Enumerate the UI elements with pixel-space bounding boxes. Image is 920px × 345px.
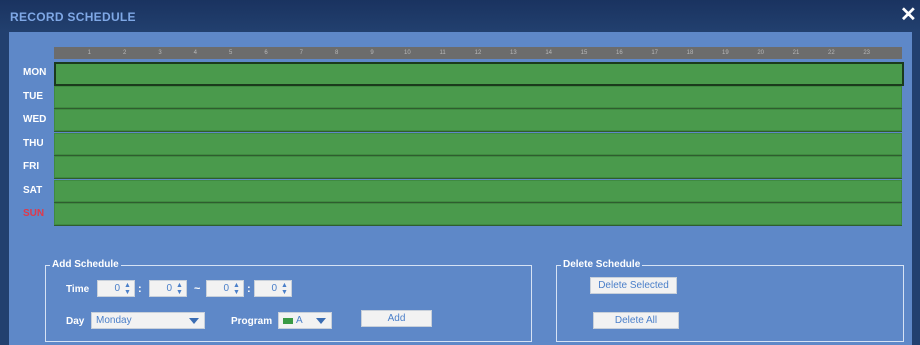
hour-tick-label: 22 xyxy=(827,50,835,56)
start-hour-value: 0 xyxy=(114,283,120,294)
schedule-row-sat[interactable] xyxy=(54,179,902,203)
right-border xyxy=(912,32,920,345)
hour-tick-label: 6 xyxy=(264,50,268,56)
hour-tick-label: 8 xyxy=(334,50,339,56)
delete-schedule-legend: Delete Schedule xyxy=(561,258,643,272)
hour-ruler: 1 2 3 4 5 6 7 8 9 10 11 12 13 14 15 16 17 18 19 20 21 22 23 xyxy=(54,47,902,59)
left-border xyxy=(0,32,9,345)
hour-tick-label: 5 xyxy=(228,50,233,56)
window-title: RECORD SCHEDULE xyxy=(10,10,136,24)
day-label-sat: SAT xyxy=(23,184,43,196)
delete-selected-button[interactable]: Delete Selected xyxy=(590,277,677,294)
hour-tick-label: 14 xyxy=(545,50,552,56)
up-down-arrows-icon[interactable]: ▲ ▼ xyxy=(123,282,132,296)
day-label-wed: WED xyxy=(23,114,47,125)
up-down-arrows-icon[interactable]: ▲ ▼ xyxy=(232,282,241,296)
hour-tick-label: 21 xyxy=(792,50,800,56)
day-label-mon: MON xyxy=(23,67,47,78)
schedule-row-sun[interactable] xyxy=(54,203,902,226)
end-minute-spinner[interactable]: 0 ▲ ▼ xyxy=(254,280,292,297)
start-hour-spinner[interactable]: 0 ▲ ▼ xyxy=(97,280,135,297)
hour-tick-label: 13 xyxy=(509,50,517,56)
add-button[interactable]: Add xyxy=(361,310,432,327)
program-label: Program xyxy=(231,316,273,327)
time-separator: : xyxy=(247,283,251,295)
day-label-thu: THU xyxy=(23,137,44,149)
hour-tick-label: 7 xyxy=(299,50,303,56)
up-down-arrows-icon[interactable]: ▲ ▼ xyxy=(175,282,184,296)
schedule-row-thu[interactable] xyxy=(54,132,902,156)
hour-tick-label: 3 xyxy=(158,50,162,56)
hour-tick-label: 12 xyxy=(474,50,482,56)
day-label-tue: TUE xyxy=(23,90,43,102)
hour-tick-label: 1 xyxy=(87,50,91,56)
schedule-row-tue[interactable] xyxy=(54,85,902,109)
time-separator: : xyxy=(138,283,142,295)
add-schedule-group: Add Schedule Time 0 ▲ ▼ : 0 ▲ ▼ ~ 0 ▲ ▼ : 0… xyxy=(45,258,532,342)
hour-tick-label: 11 xyxy=(439,50,446,56)
day-select-value: Monday xyxy=(96,315,132,326)
end-hour-spinner[interactable]: 0 ▲ ▼ xyxy=(206,280,244,297)
hour-tick-label: 20 xyxy=(757,50,764,56)
schedule-row-fri[interactable] xyxy=(54,156,902,179)
program-select[interactable]: A xyxy=(278,312,332,329)
end-hour-value: 0 xyxy=(223,283,229,294)
day-label: Day xyxy=(66,316,85,327)
hour-tick-label: 16 xyxy=(615,50,623,56)
hour-tick-label: 15 xyxy=(580,50,588,56)
start-minute-value: 0 xyxy=(166,283,172,294)
delete-all-button[interactable]: Delete All xyxy=(593,312,679,329)
program-color-swatch xyxy=(283,318,293,324)
program-select-value: A xyxy=(296,315,303,326)
schedule-row-wed[interactable] xyxy=(54,109,902,132)
day-label-sun: SUN xyxy=(23,208,45,219)
end-minute-value: 0 xyxy=(271,283,277,294)
chevron-down-icon xyxy=(316,318,326,324)
up-down-arrows-icon[interactable]: ▲ ▼ xyxy=(280,282,289,296)
range-separator: ~ xyxy=(194,283,201,295)
schedule-row-mon[interactable] xyxy=(54,62,904,86)
hour-tick-label: 2 xyxy=(122,50,127,56)
title-bar: RECORD SCHEDULE ✕ xyxy=(0,0,920,32)
delete-schedule-group: Delete Schedule Delete Selected Delete A… xyxy=(556,258,904,342)
hour-tick-label: 19 xyxy=(721,50,729,56)
time-label: Time xyxy=(66,284,90,295)
hour-tick-label: 10 xyxy=(403,50,411,56)
record-schedule-window: RECORD SCHEDULE ✕ 1 2 3 4 5 6 7 8 9 10 11 12 13 14 15 1… xyxy=(0,0,920,345)
hour-tick-label: 18 xyxy=(686,50,694,56)
start-minute-spinner[interactable]: 0 ▲ ▼ xyxy=(149,280,187,297)
close-icon[interactable]: ✕ xyxy=(900,5,917,25)
day-label-fri: FRI xyxy=(23,161,40,172)
add-schedule-legend: Add Schedule xyxy=(50,258,121,272)
hour-tick-label: 4 xyxy=(193,50,197,56)
day-select[interactable]: Monday xyxy=(91,312,205,329)
hour-tick-label: 17 xyxy=(651,50,658,56)
hour-tick-label: 23 xyxy=(863,50,870,56)
chevron-down-icon xyxy=(189,318,199,324)
hour-tick-label: 9 xyxy=(370,50,374,56)
